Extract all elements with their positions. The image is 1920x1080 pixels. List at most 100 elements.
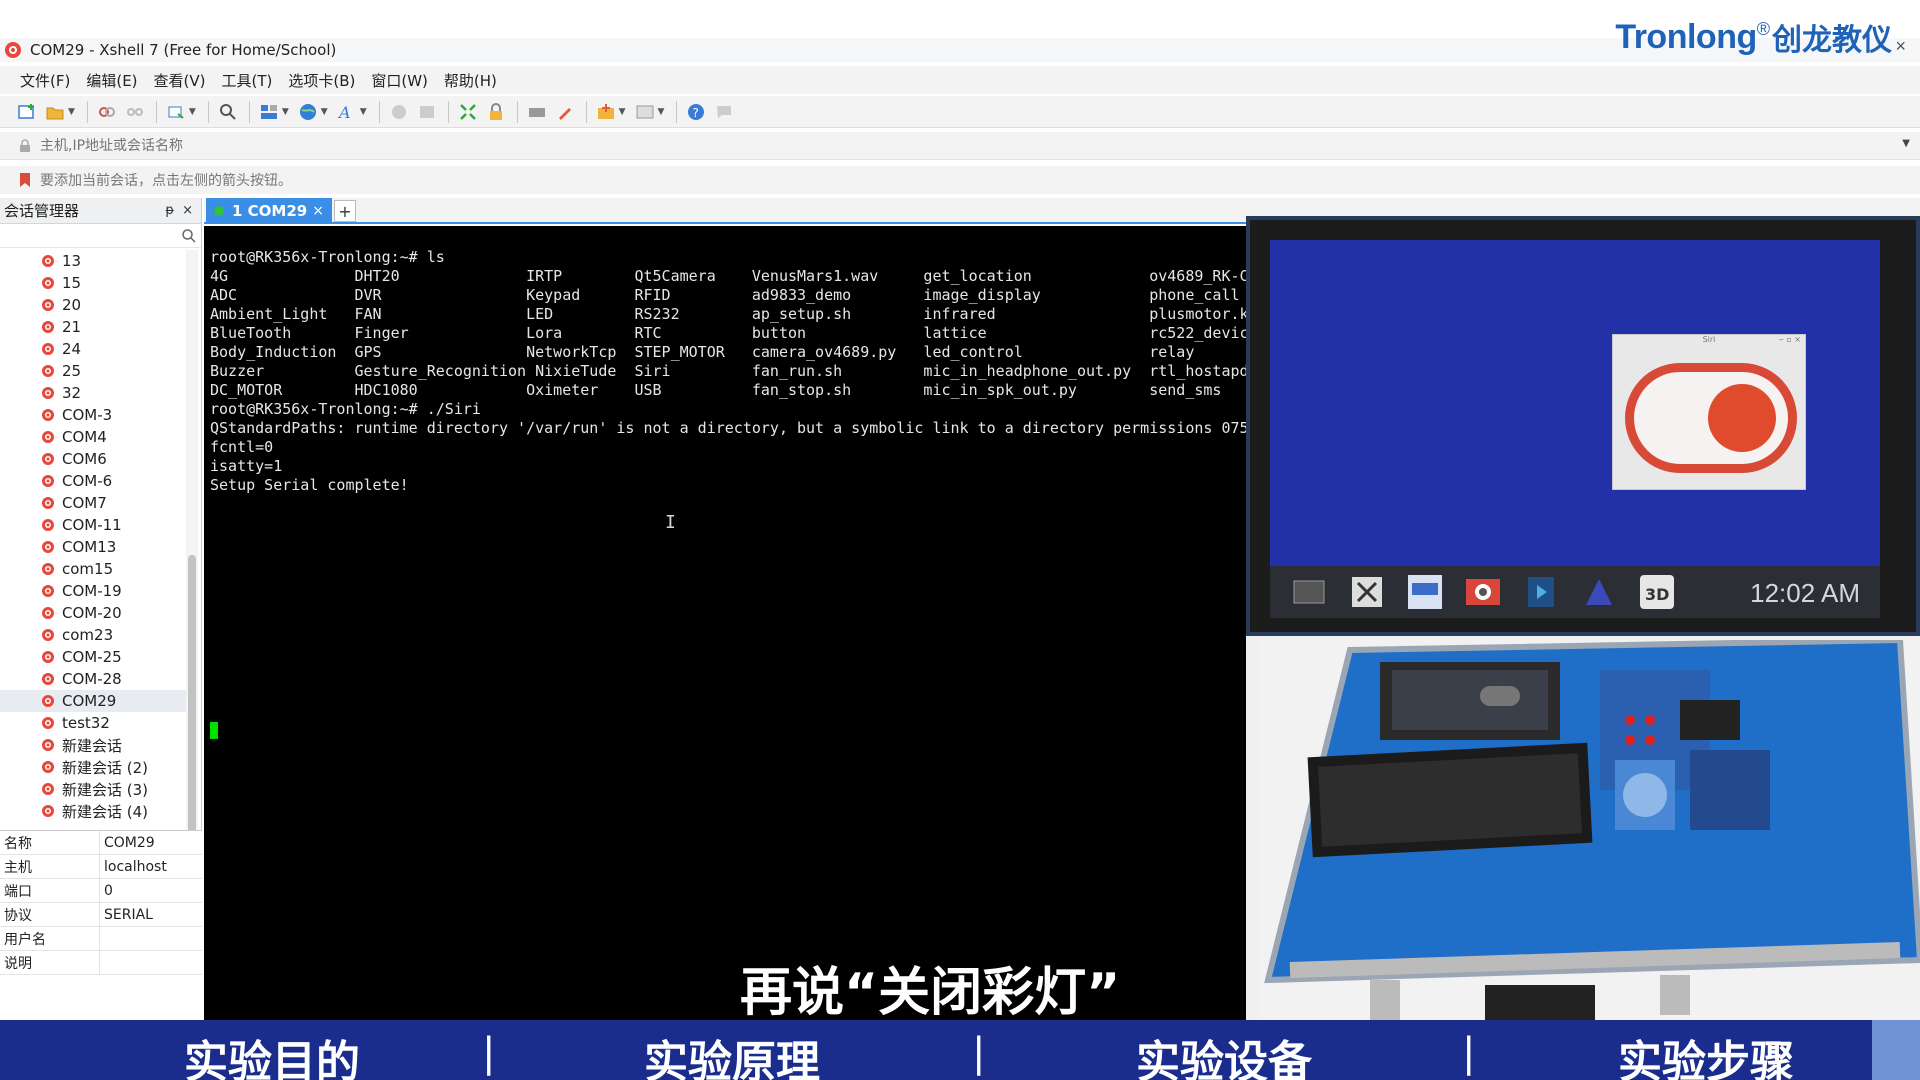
session-item[interactable]: COM4 [0, 426, 186, 448]
chevron-down-icon[interactable]: ▼ [282, 107, 289, 117]
session-icon [42, 497, 54, 509]
chevron-down-icon[interactable]: ▼ [658, 107, 665, 117]
session-item[interactable]: COM-19 [0, 580, 186, 602]
chevron-down-icon[interactable]: ▼ [321, 107, 328, 117]
layout-icon [260, 104, 277, 119]
session-item[interactable]: 新建会话 (4) [0, 800, 186, 822]
text-cursor-icon: I [665, 512, 676, 533]
camera-video-inset: Siri ‒ ▫ × 3D 12:02 AM [1246, 216, 1920, 1020]
menu-window[interactable]: 窗口(W) [371, 70, 428, 91]
globe-icon [299, 103, 316, 120]
chevron-down-icon[interactable]: ▼ [1902, 138, 1910, 149]
menu-tab[interactable]: 选项卡(B) [288, 70, 355, 91]
fullscreen-button[interactable] [455, 99, 481, 125]
menu-bar: 文件(F) 编辑(E) 查看(V) 工具(T) 选项卡(B) 窗口(W) 帮助(… [0, 66, 1920, 94]
reconnect-button[interactable] [163, 99, 189, 125]
session-item[interactable]: 15 [0, 272, 186, 294]
help-button[interactable]: ? [683, 99, 709, 125]
keyboard-button[interactable] [524, 99, 550, 125]
property-value: SERIAL [104, 906, 153, 923]
brand-logo: Tronlong ® 创龙教仪 × [1615, 14, 1906, 60]
session-icon [42, 431, 54, 443]
host-input[interactable] [40, 137, 1740, 154]
chevron-down-icon[interactable]: ▼ [619, 107, 626, 117]
session-item[interactable]: 32 [0, 382, 186, 404]
globe-button[interactable] [295, 99, 321, 125]
new-tab-button[interactable]: + [334, 200, 356, 222]
property-value [100, 927, 202, 950]
session-item[interactable]: COM-25 [0, 646, 186, 668]
session-label: 25 [62, 362, 82, 380]
session-item[interactable]: 13 [0, 250, 186, 272]
compose-button[interactable] [593, 99, 619, 125]
toolbar-separator [676, 100, 678, 123]
property-key: 用户名 [0, 927, 100, 950]
new-session-icon [18, 103, 34, 119]
session-label: COM29 [62, 692, 117, 710]
menu-file[interactable]: 文件(F) [20, 70, 70, 91]
session-item[interactable]: 21 [0, 316, 186, 338]
connect-button[interactable] [94, 99, 120, 125]
layout-button[interactable] [256, 99, 282, 125]
chevron-down-icon[interactable]: ▼ [189, 107, 196, 117]
new-session-button[interactable] [14, 99, 40, 125]
xftp-button[interactable] [386, 99, 412, 125]
find-button[interactable] [215, 99, 241, 125]
session-icon [42, 255, 54, 267]
property-key: 名称 [0, 831, 100, 854]
tab-com29[interactable]: 1 COM29 × [206, 198, 332, 224]
session-icon [42, 519, 54, 531]
menu-help[interactable]: 帮助(H) [444, 70, 497, 91]
menu-tools[interactable]: 工具(T) [222, 70, 273, 91]
terminal-lines: root@RK356x-Tronlong:~# ls 4G DHT20 IRTP … [210, 248, 1249, 495]
grid-button[interactable] [632, 99, 658, 125]
media-player-icon [1528, 577, 1554, 607]
session-item[interactable]: 新建会话 (3) [0, 778, 186, 800]
terminal-output[interactable]: root@RK356x-Tronlong:~# ls 4G DHT20 IRTP … [204, 226, 1260, 1020]
chevron-down-icon[interactable]: ▼ [360, 107, 367, 117]
session-item[interactable]: COM13 [0, 536, 186, 558]
session-label: COM13 [62, 538, 117, 556]
session-item[interactable]: COM-11 [0, 514, 186, 536]
menu-view[interactable]: 查看(V) [154, 70, 206, 91]
session-item[interactable]: COM6 [0, 448, 186, 470]
tab-close-button[interactable]: × [312, 203, 324, 219]
session-item[interactable]: COM29 [0, 690, 186, 712]
session-item[interactable]: com23 [0, 624, 186, 646]
open-folder-button[interactable] [42, 99, 68, 125]
toolbar-separator [378, 100, 380, 123]
session-item[interactable]: COM-6 [0, 470, 186, 492]
bookmark-icon[interactable] [18, 172, 32, 188]
session-item[interactable]: 新建会话 [0, 734, 186, 756]
panel-close-button[interactable]: × [182, 203, 193, 218]
session-item[interactable]: test32 [0, 712, 186, 734]
chat-button[interactable] [711, 99, 737, 125]
session-item[interactable]: 25 [0, 360, 186, 382]
session-label: 新建会话 (2) [62, 758, 149, 777]
session-item[interactable]: com15 [0, 558, 186, 580]
address-bar: ▼ [0, 132, 1920, 160]
pin-icon[interactable]: ᵽ [165, 203, 174, 218]
session-item[interactable]: COM-28 [0, 668, 186, 690]
window-close-button[interactable]: × [1895, 36, 1906, 57]
session-item[interactable]: 新建会话 (2) [0, 756, 186, 778]
font-button[interactable]: A [334, 99, 360, 125]
session-item[interactable]: COM7 [0, 492, 186, 514]
lock-button[interactable] [483, 99, 509, 125]
menu-edit[interactable]: 编辑(E) [86, 70, 137, 91]
highlight-button[interactable] [552, 99, 578, 125]
session-icon [42, 783, 54, 795]
session-item[interactable]: COM-20 [0, 602, 186, 624]
disconnect-button[interactable] [122, 99, 148, 125]
search-icon[interactable] [181, 228, 197, 244]
session-item[interactable]: 20 [0, 294, 186, 316]
session-icon [42, 651, 54, 663]
chevron-down-icon[interactable]: ▼ [68, 107, 75, 117]
session-icon [42, 585, 54, 597]
script-button[interactable] [414, 99, 440, 125]
session-item[interactable]: 24 [0, 338, 186, 360]
brand-registered-mark: ® [1756, 18, 1770, 39]
development-board-photo [1260, 640, 1920, 1020]
session-search-input[interactable] [0, 224, 181, 247]
session-item[interactable]: COM-3 [0, 404, 186, 426]
